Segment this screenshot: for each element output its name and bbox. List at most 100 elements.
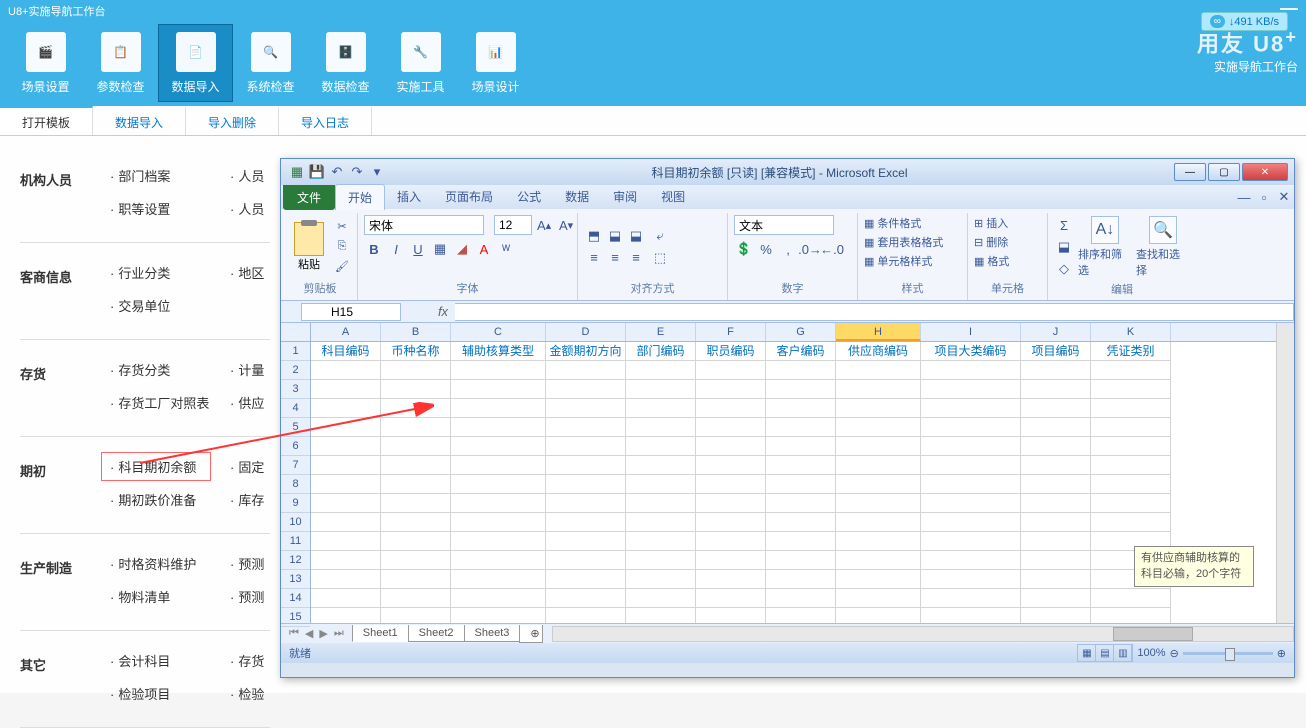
find-select-button[interactable]: 🔍 查找和选择 [1136, 216, 1190, 278]
cell[interactable] [1091, 494, 1171, 513]
ribbon-btn-6[interactable]: 📊场景设计 [458, 24, 533, 102]
cell[interactable] [921, 475, 1021, 494]
cell[interactable] [451, 418, 546, 437]
cell[interactable] [696, 456, 766, 475]
view-pagebreak-icon[interactable]: ▥ [1114, 645, 1132, 661]
cell[interactable] [1021, 361, 1091, 380]
col-header[interactable]: H [836, 323, 921, 341]
cell[interactable] [626, 399, 696, 418]
conditional-format-button[interactable]: ▦ 条件格式 [864, 215, 921, 231]
cell[interactable] [381, 418, 451, 437]
cell[interactable] [311, 513, 381, 532]
cell[interactable] [626, 608, 696, 623]
col-header[interactable]: I [921, 323, 1021, 341]
col-header[interactable]: E [626, 323, 696, 341]
paste-button[interactable]: 粘贴 [289, 218, 329, 276]
col-header[interactable]: A [311, 323, 381, 341]
ribbon-btn-5[interactable]: 🔧实施工具 [383, 24, 458, 102]
doc-minimize-button[interactable]: — [1234, 187, 1254, 207]
cell[interactable] [546, 437, 626, 456]
cell[interactable] [766, 589, 836, 608]
align-center-icon[interactable]: ≡ [605, 247, 625, 267]
sheet-tab[interactable]: Sheet2 [408, 625, 465, 642]
italic-button[interactable]: I [386, 239, 406, 259]
cell[interactable] [381, 380, 451, 399]
menu-视图[interactable]: 视图 [649, 184, 697, 210]
excel-maximize-button[interactable]: ▢ [1208, 163, 1240, 181]
cell[interactable] [451, 361, 546, 380]
cell[interactable] [1021, 399, 1091, 418]
col-header[interactable]: G [766, 323, 836, 341]
cell[interactable] [766, 532, 836, 551]
fill-icon[interactable]: ⬓ [1054, 237, 1074, 257]
cell[interactable]: 职员编码 [696, 342, 766, 361]
file-tab[interactable]: 文件 [283, 185, 335, 210]
font-name-select[interactable] [364, 215, 484, 235]
new-sheet-button[interactable]: ⊕ [519, 625, 543, 643]
cell[interactable] [1091, 513, 1171, 532]
cell[interactable] [546, 532, 626, 551]
nav-link[interactable]: 部门档案 [110, 166, 220, 185]
cell[interactable] [1021, 570, 1091, 589]
menu-页面布局[interactable]: 页面布局 [433, 184, 505, 210]
cell[interactable]: 供应商编码 [836, 342, 921, 361]
decrease-decimal-icon[interactable]: ←.0 [822, 239, 842, 259]
redo-icon[interactable]: ↷ [347, 162, 367, 182]
zoom-in-button[interactable]: ⊕ [1277, 647, 1286, 660]
cell[interactable] [766, 513, 836, 532]
cell[interactable] [766, 380, 836, 399]
cell[interactable] [696, 418, 766, 437]
nav-link[interactable]: 会计科目 [110, 651, 220, 670]
cell[interactable] [1021, 418, 1091, 437]
cell[interactable] [1021, 456, 1091, 475]
cell[interactable] [1021, 532, 1091, 551]
cell[interactable] [696, 513, 766, 532]
autosum-icon[interactable]: Σ [1054, 215, 1074, 235]
row-header[interactable]: 15 [281, 608, 310, 627]
cell[interactable] [381, 437, 451, 456]
merge-button[interactable]: ⬚ [650, 248, 670, 268]
cell[interactable] [766, 570, 836, 589]
cell[interactable] [546, 399, 626, 418]
cell[interactable] [696, 475, 766, 494]
align-right-icon[interactable]: ≡ [626, 247, 646, 267]
tab-next-icon[interactable]: ▶ [317, 627, 329, 640]
cell[interactable] [546, 608, 626, 623]
cell[interactable] [626, 475, 696, 494]
align-bottom-icon[interactable]: ⬓ [626, 226, 646, 246]
cell[interactable] [766, 551, 836, 570]
cell[interactable] [921, 399, 1021, 418]
cell[interactable] [626, 437, 696, 456]
cell[interactable] [311, 608, 381, 623]
increase-font-icon[interactable]: A▴ [534, 215, 554, 235]
cell[interactable] [381, 475, 451, 494]
cell[interactable] [696, 608, 766, 623]
cell[interactable] [1091, 475, 1171, 494]
nav-link[interactable]: 行业分类 [110, 263, 220, 282]
col-header[interactable]: J [1021, 323, 1091, 341]
cell[interactable] [451, 494, 546, 513]
cell[interactable] [836, 551, 921, 570]
decrease-font-icon[interactable]: A▾ [556, 215, 576, 235]
col-header[interactable]: F [696, 323, 766, 341]
select-all-corner[interactable] [281, 323, 310, 342]
doc-close-button[interactable]: ✕ [1274, 187, 1294, 207]
cell[interactable]: 币种名称 [381, 342, 451, 361]
menu-公式[interactable]: 公式 [505, 184, 553, 210]
nav-link[interactable]: 期初跌价准备 [110, 490, 220, 509]
clear-icon[interactable]: ◇ [1054, 259, 1074, 279]
cell[interactable] [696, 437, 766, 456]
excel-app-icon[interactable]: ▦ [287, 162, 307, 182]
cell[interactable] [836, 456, 921, 475]
formula-input[interactable] [455, 303, 1294, 321]
cell[interactable] [921, 513, 1021, 532]
cell[interactable] [381, 513, 451, 532]
cell[interactable] [921, 380, 1021, 399]
cell[interactable] [836, 418, 921, 437]
row-header[interactable]: 13 [281, 570, 310, 589]
cell[interactable] [836, 608, 921, 623]
cell[interactable] [836, 589, 921, 608]
excel-minimize-button[interactable]: — [1174, 163, 1206, 181]
view-normal-icon[interactable]: ▦ [1078, 645, 1096, 661]
cell[interactable] [1021, 494, 1091, 513]
